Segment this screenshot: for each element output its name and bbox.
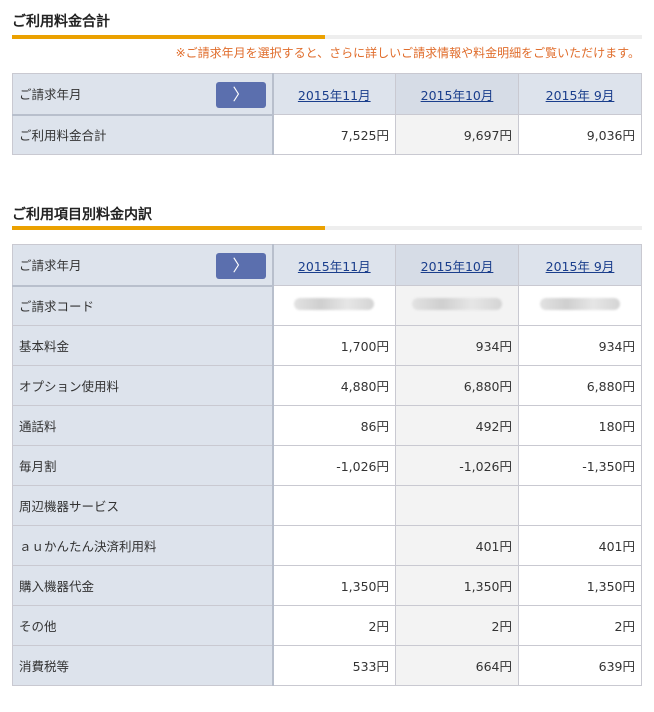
breakdown-value: 1,350円 xyxy=(272,565,396,606)
breakdown-value: 401円 xyxy=(518,525,642,566)
breakdown-value: 533円 xyxy=(272,645,396,686)
breakdown-row-label: 消費税等 xyxy=(12,645,274,686)
summary-title-rule xyxy=(12,35,642,39)
breakdown-value: 934円 xyxy=(518,325,642,366)
breakdown-row: オプション使用料 4,880円 6,880円 6,880円 xyxy=(12,365,642,406)
breakdown-value: -1,350円 xyxy=(518,445,642,486)
breakdown-row: その他 2円 2円 2円 xyxy=(12,605,642,646)
breakdown-row-label: 通話料 xyxy=(12,405,274,446)
summary-month-link-2[interactable]: 2015年10月 xyxy=(421,88,494,103)
breakdown-row: 購入機器代金 1,350円 1,350円 1,350円 xyxy=(12,565,642,606)
billing-month-header: ご請求年月 〉 xyxy=(12,73,274,116)
breakdown-value: 6,880円 xyxy=(518,365,642,406)
breakdown-value: 2円 xyxy=(272,605,396,646)
billing-month-label: ご請求年月 xyxy=(19,258,82,274)
redacted-code xyxy=(412,298,502,310)
summary-month-link-3[interactable]: 2015年 9月 xyxy=(546,88,615,103)
breakdown-value: 664円 xyxy=(395,645,519,686)
summary-table: ご請求年月 〉 2015年11月 2015年10月 2015年 9月 ご利用料金… xyxy=(12,73,642,155)
chevron-right-icon: 〉 xyxy=(232,85,249,104)
breakdown-row: ａｕかんたん決済利用料 401円 401円 xyxy=(12,525,642,566)
breakdown-value xyxy=(272,485,396,526)
breakdown-row-label: 基本料金 xyxy=(12,325,274,366)
breakdown-value: 180円 xyxy=(518,405,642,446)
summary-note: ※ご請求年月を選択すると、さらに詳しいご請求情報や料金明細をご覧いただけます。 xyxy=(175,46,640,60)
breakdown-title: ご利用項目別料金内訳 xyxy=(12,207,152,223)
summary-value: 9,697円 xyxy=(395,114,519,155)
breakdown-table: ご請求年月 〉 2015年11月 2015年10月 2015年 9月 ご請求コー… xyxy=(12,244,642,686)
breakdown-value: -1,026円 xyxy=(272,445,396,486)
breakdown-value: -1,026円 xyxy=(395,445,519,486)
breakdown-row-label: 購入機器代金 xyxy=(12,565,274,606)
redacted-code xyxy=(540,298,620,310)
breakdown-month-col-3: 2015年 9月 xyxy=(518,244,642,286)
breakdown-value: 401円 xyxy=(395,525,519,566)
billing-code-label: ご請求コード xyxy=(12,285,274,326)
summary-total-row: ご利用料金合計 7,525円 9,697円 9,036円 xyxy=(12,114,642,155)
summary-title: ご利用料金合計 xyxy=(12,14,110,30)
breakdown-value: 86円 xyxy=(272,405,396,446)
breakdown-value: 1,700円 xyxy=(272,325,396,366)
breakdown-row-label: オプション使用料 xyxy=(12,365,274,406)
redacted-code xyxy=(294,298,375,310)
breakdown-row: 消費税等 533円 664円 639円 xyxy=(12,645,642,686)
breakdown-month-link-1[interactable]: 2015年11月 xyxy=(298,259,371,274)
billing-code-value xyxy=(272,285,396,326)
breakdown-value: 492円 xyxy=(395,405,519,446)
summary-month-col-3: 2015年 9月 xyxy=(518,73,642,115)
breakdown-month-col-1: 2015年11月 xyxy=(272,244,396,286)
breakdown-value: 934円 xyxy=(395,325,519,366)
breakdown-value: 1,350円 xyxy=(395,565,519,606)
breakdown-value xyxy=(395,485,519,526)
breakdown-row-label: ａｕかんたん決済利用料 xyxy=(12,525,274,566)
breakdown-value xyxy=(518,485,642,526)
breakdown-row-label: 毎月割 xyxy=(12,445,274,486)
breakdown-value: 2円 xyxy=(395,605,519,646)
summary-month-col-2: 2015年10月 xyxy=(395,73,519,115)
billing-code-value xyxy=(518,285,642,326)
breakdown-row-label: 周辺機器サービス xyxy=(12,485,274,526)
breakdown-row: 基本料金 1,700円 934円 934円 xyxy=(12,325,642,366)
summary-nav-button[interactable]: 〉 xyxy=(215,82,266,108)
breakdown-value: 4,880円 xyxy=(272,365,396,406)
summary-value: 9,036円 xyxy=(518,114,642,155)
chevron-right-icon: 〉 xyxy=(232,256,249,275)
breakdown-row: 毎月割 -1,026円 -1,026円 -1,350円 xyxy=(12,445,642,486)
breakdown-value: 1,350円 xyxy=(518,565,642,606)
breakdown-header-row: ご請求年月 〉 2015年11月 2015年10月 2015年 9月 xyxy=(12,244,642,287)
breakdown-value: 6,880円 xyxy=(395,365,519,406)
billing-code-value xyxy=(395,285,519,326)
breakdown-value xyxy=(272,525,396,566)
billing-month-header: ご請求年月 〉 xyxy=(12,244,274,287)
summary-row-label: ご利用料金合計 xyxy=(12,114,274,155)
breakdown-value: 639円 xyxy=(518,645,642,686)
breakdown-row: 通話料 86円 492円 180円 xyxy=(12,405,642,446)
billing-month-label: ご請求年月 xyxy=(19,87,82,103)
breakdown-month-link-3[interactable]: 2015年 9月 xyxy=(546,259,615,274)
summary-header-row: ご請求年月 〉 2015年11月 2015年10月 2015年 9月 xyxy=(12,73,642,116)
summary-month-col-1: 2015年11月 xyxy=(272,73,396,115)
breakdown-month-col-2: 2015年10月 xyxy=(395,244,519,286)
summary-month-link-1[interactable]: 2015年11月 xyxy=(298,88,371,103)
breakdown-month-link-2[interactable]: 2015年10月 xyxy=(421,259,494,274)
billing-code-row: ご請求コード xyxy=(12,285,642,326)
breakdown-nav-button[interactable]: 〉 xyxy=(215,253,266,279)
breakdown-title-rule xyxy=(12,226,642,230)
summary-value: 7,525円 xyxy=(272,114,396,155)
breakdown-row-label: その他 xyxy=(12,605,274,646)
breakdown-row: 周辺機器サービス xyxy=(12,485,642,526)
breakdown-value: 2円 xyxy=(518,605,642,646)
